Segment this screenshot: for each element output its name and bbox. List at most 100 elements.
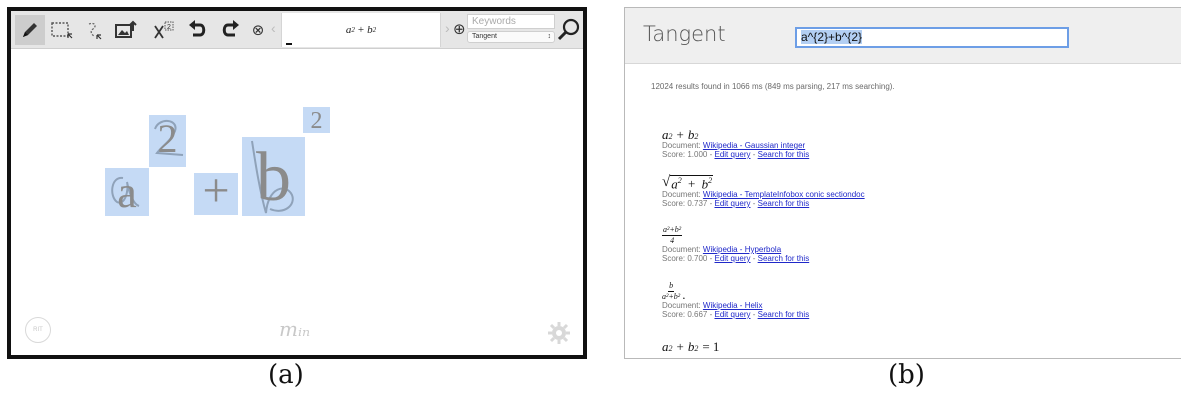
pencil-tool-button[interactable] (15, 15, 45, 45)
fraction-numerator: a²+b² (662, 225, 683, 236)
formula-exp: 2 (694, 344, 699, 353)
result-formula[interactable]: a²+b² 4 (662, 221, 809, 245)
min-logo: mᵢₙ (279, 317, 311, 341)
document-link[interactable]: Wikipedia - Hyperbola (703, 245, 781, 254)
toolbar: 2 ⊗ ‹ a2 + b2 › ⊕ Keywords Tangent ↕ (11, 11, 583, 49)
document-link[interactable]: Wikipedia - TemplateInfobox conic sectio… (703, 190, 865, 199)
text-cursor (286, 43, 292, 45)
search-for-this-link[interactable]: Search for this (758, 310, 810, 319)
rit-logo: RIT (25, 317, 51, 343)
result-item: a2 + b2 = 1 (662, 333, 719, 353)
source-select[interactable]: Tangent ↕ (467, 31, 555, 43)
redo-icon (222, 20, 239, 37)
undo-icon (189, 20, 206, 37)
document-label: Document: (662, 190, 703, 199)
query-exp-1: 2 (351, 26, 355, 34)
clear-icon: ⊗ (251, 21, 265, 39)
search-icon (557, 18, 580, 41)
result-document: Document: Wikipedia - Hyperbola (662, 245, 809, 254)
source-select-value: Tangent (472, 33, 497, 40)
gear-icon[interactable] (547, 321, 571, 345)
undo-button[interactable] (183, 15, 213, 45)
query-input[interactable]: a^{2}+b^{2} (795, 27, 1069, 48)
separator: - (750, 310, 758, 319)
result-document: Document: Wikipedia - Helix (662, 301, 809, 310)
tangent-header: Tangent a^{2}+b^{2} (625, 8, 1181, 64)
fraction-denominator: a²+b² (662, 292, 681, 301)
edit-query-link[interactable]: Edit query (714, 199, 750, 208)
svg-text:2: 2 (167, 24, 171, 31)
symbol-sup-a: 2 (157, 116, 178, 161)
superscript-button[interactable]: 2 (149, 15, 179, 45)
separator: - (750, 254, 758, 263)
edit-query-link[interactable]: Edit query (714, 150, 750, 159)
separator: - (750, 199, 758, 208)
select-caret-icon: ↕ (547, 33, 552, 40)
image-upload-button[interactable] (111, 15, 141, 45)
chevron-right-icon[interactable]: › (445, 21, 450, 35)
search-for-this-link[interactable]: Search for this (758, 254, 810, 263)
search-for-this-link[interactable]: Search for this (758, 150, 810, 159)
document-label: Document: (662, 301, 703, 310)
separator: - (750, 150, 758, 159)
score-label: Score: 0.667 - (662, 310, 715, 319)
add-icon[interactable]: ⊕ (453, 20, 466, 38)
fraction-numerator: b (668, 281, 675, 292)
chevron-left-icon[interactable]: ‹ (271, 21, 276, 35)
search-for-this-link[interactable]: Search for this (758, 199, 810, 208)
result-formula[interactable]: a2 + b2 (662, 121, 809, 141)
document-link[interactable]: Wikipedia - Helix (703, 301, 763, 310)
edit-query-link[interactable]: Edit query (714, 254, 750, 263)
lasso-icon (88, 22, 102, 40)
result-score: Score: 0.737 - Edit query - Search for t… (662, 199, 865, 208)
result-formula[interactable]: b a²+b² . (662, 277, 809, 302)
document-link[interactable]: Wikipedia - Gaussian integer (703, 141, 805, 150)
result-document: Document: Wikipedia - Gaussian integer (662, 141, 809, 150)
symbol-plus: + (202, 164, 230, 217)
formula-plus: + (676, 339, 684, 354)
keywords-input[interactable]: Keywords (467, 14, 555, 29)
min-sketch-panel: 2 ⊗ ‹ a2 + b2 › ⊕ Keywords Tangent ↕ a 2… (7, 7, 587, 359)
query-input-value: a^{2}+b^{2} (801, 30, 862, 44)
lasso-select-button[interactable] (79, 15, 109, 45)
drawing-canvas[interactable]: a 2 + b 2 RIT mᵢₙ (11, 49, 583, 355)
radicand: a2 + b2 (670, 174, 714, 191)
score-label: Score: 0.737 - (662, 199, 715, 208)
formula-sqrt: √ a2 + b2 (662, 174, 714, 191)
result-item: a²+b² 4 Document: Wikipedia - Hyperbola … (662, 221, 809, 263)
formula-exp: 2 (668, 344, 673, 353)
formula-period: . (682, 287, 686, 302)
formula-fraction: b a²+b² (662, 282, 680, 301)
rectangle-select-icon (51, 22, 73, 39)
edit-query-link[interactable]: Edit query (714, 310, 750, 319)
score-label: Score: 1.000 - (662, 150, 715, 159)
search-button[interactable] (557, 15, 581, 45)
image-upload-icon (115, 20, 137, 38)
result-score: Score: 1.000 - Edit query - Search for t… (662, 150, 809, 159)
rectangle-select-button[interactable] (47, 15, 77, 45)
result-formula[interactable]: √ a2 + b2 (662, 170, 865, 190)
result-formula[interactable]: a2 + b2 = 1 (662, 333, 719, 353)
query-exp-2: 2 (372, 26, 377, 34)
superscript-icon: 2 (154, 21, 174, 39)
radical-sign: √ (662, 174, 671, 190)
result-score: Score: 0.700 - Edit query - Search for t… (662, 254, 809, 263)
query-preview[interactable]: a2 + b2 (281, 13, 441, 47)
formula-fraction: a²+b² 4 (662, 225, 683, 245)
score-label: Score: 0.700 - (662, 254, 715, 263)
result-item: b a²+b² . Document: Wikipedia - Helix Sc… (662, 277, 809, 320)
symbol-a: a (117, 168, 137, 217)
query-plus: + (357, 24, 365, 36)
formula-plus: + (687, 176, 696, 191)
symbol-b: b (256, 139, 291, 216)
fraction-denominator: 4 (670, 236, 675, 245)
document-label: Document: (662, 141, 703, 150)
clear-button[interactable]: ⊗ (247, 15, 269, 45)
formula-exp: 2 (708, 175, 713, 185)
result-item: √ a2 + b2 Document: Wikipedia - Template… (662, 170, 865, 209)
redo-button[interactable] (215, 15, 245, 45)
formula-exp: 2 (677, 175, 682, 185)
formula-plus: + (676, 127, 684, 142)
tangent-panel: Tangent a^{2}+b^{2} 12024 results found … (624, 7, 1181, 359)
result-score: Score: 0.667 - Edit query - Search for t… (662, 310, 809, 319)
